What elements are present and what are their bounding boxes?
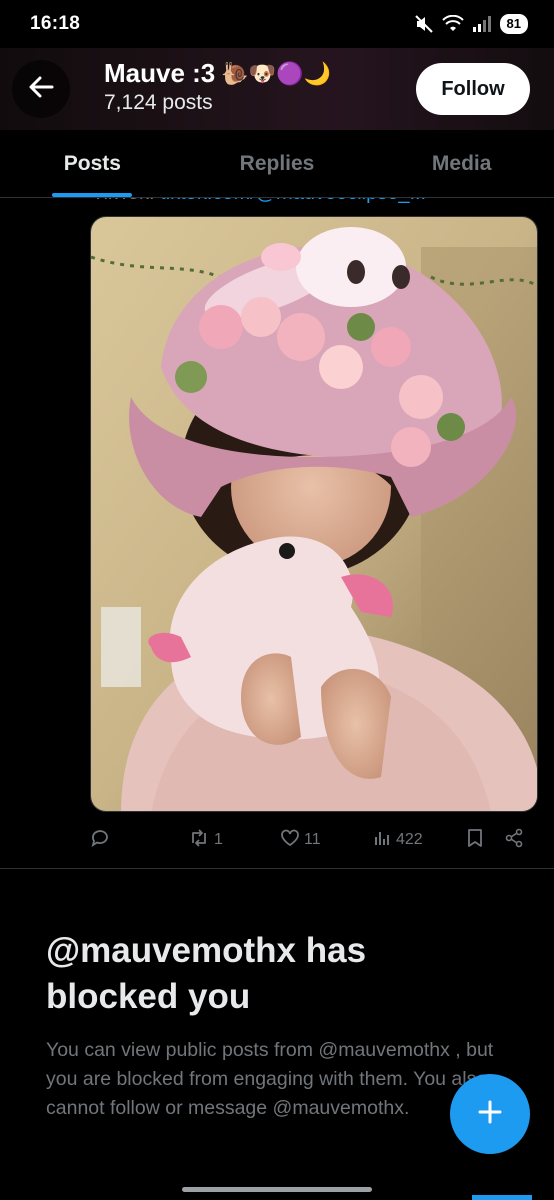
home-indicator[interactable] bbox=[182, 1187, 372, 1192]
tab-media-label: Media bbox=[431, 151, 492, 175]
compose-button[interactable] bbox=[450, 1074, 530, 1154]
post-image[interactable] bbox=[90, 216, 538, 812]
arrow-left-icon bbox=[27, 73, 55, 106]
like-count: 11 bbox=[304, 831, 321, 848]
profile-tabs: Posts Replies Media bbox=[0, 130, 554, 198]
tab-replies[interactable]: Replies bbox=[185, 130, 370, 197]
reply-button[interactable] bbox=[90, 828, 114, 853]
active-tab-indicator bbox=[52, 193, 133, 197]
profile-name-text: Mauve :3 bbox=[104, 58, 216, 88]
repost-icon bbox=[188, 828, 210, 853]
profile-name: Mauve :3 🐌🐶🟣🌙 bbox=[104, 58, 331, 89]
tab-replies-label: Replies bbox=[239, 151, 315, 175]
mute-icon bbox=[414, 15, 434, 33]
header-text: Mauve :3 🐌🐶🟣🌙 7,124 posts bbox=[104, 58, 331, 115]
divider bbox=[0, 868, 554, 869]
signal-icon bbox=[472, 15, 492, 33]
repost-count: 1 bbox=[214, 831, 223, 848]
share-icon bbox=[504, 828, 524, 853]
battery-icon: 81 bbox=[499, 14, 528, 34]
bottom-accent-bar bbox=[472, 1195, 532, 1200]
like-button[interactable]: 11 bbox=[280, 828, 321, 853]
tab-media[interactable]: Media bbox=[369, 130, 554, 197]
status-bar: 16:18 81 bbox=[0, 0, 554, 48]
blocked-description: You can view public posts from @mauvemot… bbox=[46, 1039, 494, 1119]
heart-icon bbox=[280, 828, 300, 853]
status-time: 16:18 bbox=[30, 13, 81, 34]
profile-name-emojis: 🐌🐶🟣🌙 bbox=[221, 60, 331, 86]
follow-button[interactable]: Follow bbox=[416, 63, 530, 115]
tab-posts[interactable]: Posts bbox=[0, 130, 185, 197]
back-button[interactable] bbox=[12, 60, 70, 118]
bookmark-icon bbox=[466, 828, 484, 853]
plus-icon bbox=[476, 1098, 504, 1131]
tab-posts-label: Posts bbox=[63, 151, 121, 175]
status-icons: 81 bbox=[414, 14, 528, 34]
reply-icon bbox=[90, 828, 110, 853]
views-icon bbox=[372, 828, 392, 853]
post-count: 7,124 posts bbox=[104, 91, 213, 114]
views-button[interactable]: 422 bbox=[372, 828, 423, 853]
bookmark-button[interactable] bbox=[466, 828, 484, 853]
blocked-title: @mauvemothx has blocked you bbox=[46, 931, 367, 1016]
share-button[interactable] bbox=[504, 828, 524, 853]
view-count: 422 bbox=[396, 831, 423, 848]
profile-header: Mauve :3 🐌🐶🟣🌙 7,124 posts Follow bbox=[0, 48, 554, 130]
post-actions: 1 11 422 bbox=[90, 822, 538, 858]
repost-button[interactable]: 1 bbox=[188, 828, 223, 853]
wifi-icon bbox=[441, 15, 464, 33]
